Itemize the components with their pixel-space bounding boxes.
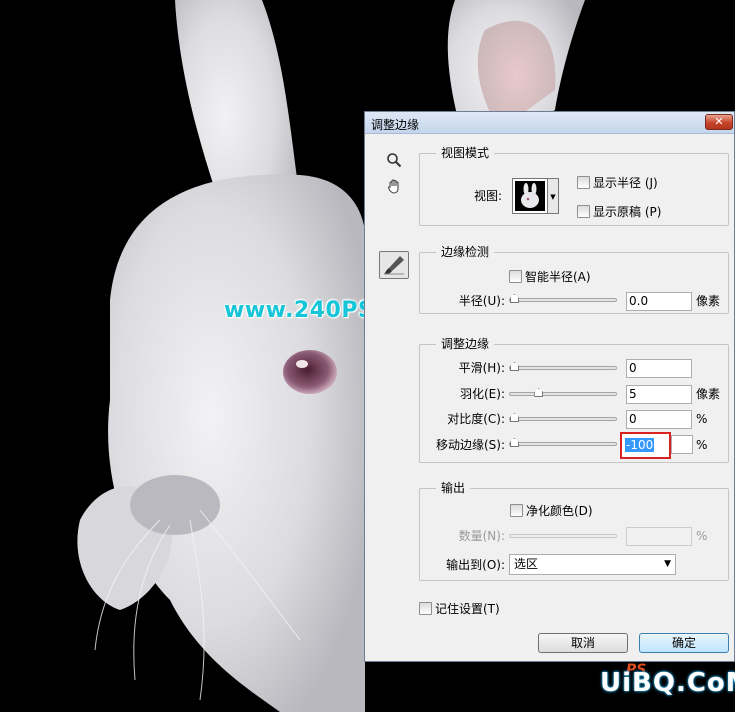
contrast-input[interactable]: 0 [626,410,692,429]
feather-label: 羽化(E): [460,387,505,401]
smart-radius-checkbox[interactable] [509,270,522,283]
view-label: 视图: [474,189,503,203]
amount-input [626,527,692,546]
adjust-edge-legend: 调整边缘 [436,337,495,351]
contrast-label: 对比度(C): [447,412,505,426]
cancel-button[interactable]: 取消 [538,633,628,653]
output-to-label: 输出到(O): [446,558,505,572]
close-button[interactable]: ✕ [705,114,733,130]
feather-slider[interactable] [509,388,617,397]
ok-button[interactable]: 确定 [639,633,729,653]
view-mode-group: 视图模式 [419,146,729,226]
smooth-label: 平滑(H): [458,361,505,375]
rabbit-thumbnail-icon [521,183,539,208]
title-bar[interactable]: 调整边缘 ✕ [365,112,734,134]
zoom-tool-icon[interactable] [383,152,405,174]
output-legend: 输出 [436,481,471,495]
radius-unit: 像素 [696,294,721,308]
shift-edge-slider[interactable] [509,438,617,447]
view-dropdown-arrow-icon[interactable]: ▼ [548,178,559,214]
dropdown-arrow-icon: ▼ [664,559,671,569]
amount-slider [509,534,617,538]
refine-edge-dialog: 调整边缘 ✕ 视图模式 视图: ▼ 显示半径 (J) 显示原稿 (P) 边缘检测… [364,111,735,662]
view-thumbnail[interactable] [512,178,548,214]
shift-edge-unit: % [696,438,708,452]
contrast-slider[interactable] [509,413,617,422]
smart-radius-label: 智能半径(A) [525,270,591,284]
show-radius-label: 显示半径 (J) [593,176,658,190]
show-radius-checkbox[interactable] [577,176,590,189]
shift-edge-input[interactable]: -100 [620,432,671,459]
watermark-uibq: UiBQ.CoM [600,668,735,698]
shift-edge-value-selection: -100 [625,438,655,452]
contrast-unit: % [696,412,708,426]
view-mode-legend: 视图模式 [436,146,495,160]
edge-detection-legend: 边缘检测 [436,245,495,259]
dialog-title: 调整边缘 [371,118,420,132]
output-to-select[interactable]: 选区 ▼ [509,554,676,575]
feather-input[interactable]: 5 [626,385,692,404]
amount-label: 数量(N): [458,529,505,543]
radius-label: 半径(U): [458,294,505,308]
amount-unit: % [696,529,708,543]
decontaminate-colors-label: 净化颜色(D) [526,504,593,518]
hand-tool-icon[interactable] [383,178,405,200]
radius-input[interactable]: 0.0 [626,292,692,311]
show-original-checkbox[interactable] [577,205,590,218]
show-original-label: 显示原稿 (P) [593,205,662,219]
smooth-input[interactable]: 0 [626,359,692,378]
decontaminate-colors-checkbox[interactable] [510,504,523,517]
shift-edge-label: 移动边缘(S): [435,438,505,452]
output-to-value: 选区 [514,557,539,571]
remember-settings-checkbox[interactable] [419,602,432,615]
radius-slider[interactable] [509,294,617,303]
smooth-slider[interactable] [509,362,617,371]
refine-radius-brush-icon[interactable] [379,251,409,279]
remember-settings-label: 记住设置(T) [435,602,500,616]
feather-unit: 像素 [696,387,721,401]
shift-edge-input-tail [671,435,693,454]
